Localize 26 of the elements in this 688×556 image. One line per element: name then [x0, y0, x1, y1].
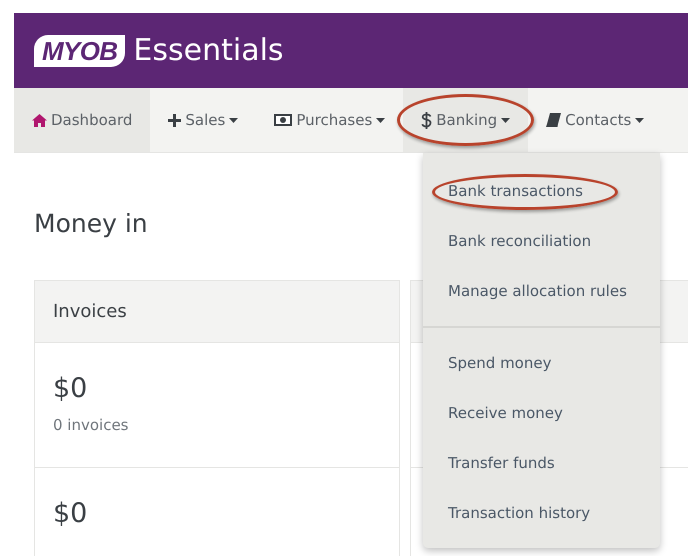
banknote-icon	[274, 114, 292, 126]
menu-item[interactable]: Transaction history	[448, 502, 590, 524]
menu-item[interactable]: Bank transactions	[448, 180, 583, 202]
nav-tab[interactable]: Sales	[150, 88, 256, 152]
logo: MYOB	[34, 34, 126, 66]
caret-icon	[501, 118, 510, 122]
home-icon	[32, 114, 47, 126]
menu-item[interactable]: Manage allocation rules	[448, 280, 627, 302]
plus-icon	[168, 114, 182, 126]
section-title: Money in	[34, 211, 149, 236]
caret-icon	[376, 118, 386, 122]
invoice-count: 0 invoices	[53, 415, 130, 436]
nav-tab[interactable]: Dashboard	[14, 88, 150, 152]
card-title: Invoices	[35, 281, 399, 343]
nav-tab[interactable]: Purchases	[256, 88, 404, 152]
amount: $0	[53, 500, 88, 527]
menu-item[interactable]: Receive money	[448, 402, 563, 424]
menu-item[interactable]: Spend money	[448, 352, 552, 374]
nav-tab[interactable]: Contacts	[528, 88, 662, 152]
menu-item[interactable]: Bank reconciliation	[448, 230, 592, 252]
product-name: Essentials	[133, 36, 284, 66]
amount: $0	[53, 375, 88, 402]
menu-item[interactable]: Transfer funds	[448, 452, 555, 474]
dollar-icon	[421, 112, 432, 128]
caret-icon	[229, 118, 238, 122]
caret-icon	[635, 118, 644, 122]
